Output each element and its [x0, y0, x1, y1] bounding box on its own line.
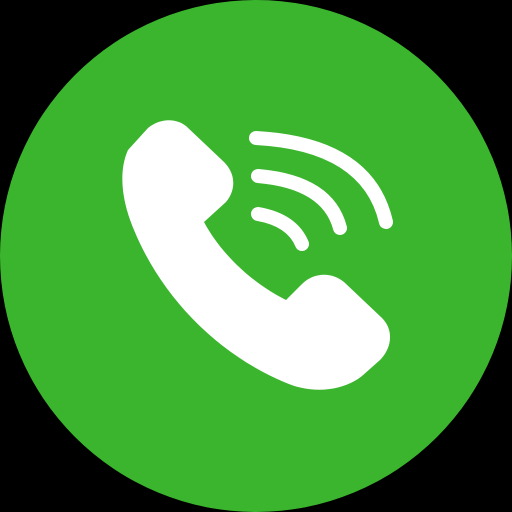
icon-canvas	[0, 0, 512, 512]
green-circle-background	[0, 0, 512, 512]
phone-call-icon[interactable]	[0, 0, 512, 512]
